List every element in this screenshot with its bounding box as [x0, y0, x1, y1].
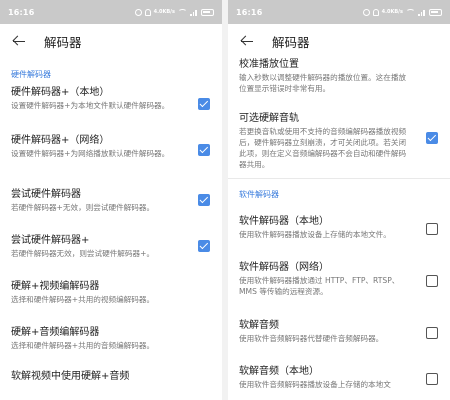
pref-title: 软件解码器（网络） — [239, 262, 329, 273]
network-speed: 4.0KB/s — [381, 8, 403, 15]
checkbox-try-hw-plus[interactable] — [198, 240, 210, 252]
pref-title: 硬解+音频编解码器 — [11, 327, 100, 338]
alarm-icon — [134, 8, 142, 16]
checkbox-hw-plus-local[interactable] — [198, 98, 210, 110]
section-header-hardware: 硬件解码器 — [11, 69, 51, 79]
battery-icon — [201, 8, 214, 16]
pref-hw-plus-local[interactable]: 硬件解码器+（本地） 设置硬件解码器+为本地文件默认硬件解码器。 — [0, 86, 222, 134]
pref-title: 软解音频（本地） — [239, 366, 319, 377]
checkbox-sw-network[interactable] — [426, 275, 438, 287]
network-speed: 4.0KB/s — [153, 8, 175, 15]
pref-hw-plus-network[interactable]: 硬件解码器+（网络） 设置硬件解码器+为网络播放默认硬件解码器。 — [0, 134, 222, 188]
pref-summary: 使用软件解码器播放通过 HTTP、FTP、RTSP、MMS 等传输的远程资源。 — [239, 276, 400, 296]
pref-summary: 设置硬件解码器+为本地文件默认硬件解码器。 — [11, 101, 170, 110]
bell-icon — [144, 8, 151, 16]
battery-icon — [429, 8, 442, 16]
pref-hw-plus-video-codec[interactable]: 硬解+视频编解码器 选择和硬件解码器+共用的视频编解码器。 — [0, 280, 222, 326]
status-icons: 4.0KB/s — [362, 8, 442, 16]
pref-title: 软解视频中使用硬解+音频 — [11, 371, 130, 382]
pref-title: 软件解码器（本地） — [239, 216, 329, 227]
status-bar: 16:16 4.0KB/s — [228, 0, 450, 24]
pref-summary: 选择和硬件解码器+共用的音频编解码器。 — [11, 341, 155, 350]
pref-calibrate-position[interactable]: 校准播放位置 输入秒数以调整硬件解码器的播放位置。这在播放位置显示错误时非常有用… — [228, 58, 450, 102]
wifi-icon — [178, 9, 187, 15]
pref-title: 可选硬解音轨 — [239, 113, 299, 124]
pref-sw-network[interactable]: 软件解码器（网络） 使用软件解码器播放通过 HTTP、FTP、RTSP、MMS … — [228, 255, 450, 313]
pref-sw-video-hw-audio[interactable]: 软解视频中使用硬解+音频 — [0, 370, 222, 400]
right-screen: 16:16 4.0KB/s 解码器 校准播放位置 输入秒数以调整硬件解码器的播放… — [228, 0, 450, 400]
pref-try-hw[interactable]: 尝试硬件解码器 若硬件解码器+无效，则尝试硬件解码器。 — [0, 188, 222, 234]
pref-sw-audio[interactable]: 软解音频 使用软件音频解码器代替硬件音频解码器。 — [228, 313, 450, 359]
checkbox-sw-audio[interactable] — [426, 327, 438, 339]
checkbox-hw-plus-network[interactable] — [198, 144, 210, 156]
pref-summary: 若硬件解码器无效，则尝试硬件解码器+。 — [11, 249, 155, 258]
pref-summary: 选择和硬件解码器+共用的视频编解码器。 — [11, 295, 155, 304]
page-title: 解码器 — [44, 34, 82, 50]
pref-hw-plus-audio-codec[interactable]: 硬解+音频编解码器 选择和硬件解码器+共用的音频编解码器。 — [0, 326, 222, 370]
checkbox-optional-hw-audio-track[interactable] — [426, 132, 438, 144]
status-time: 16:16 — [8, 7, 35, 17]
pref-title: 软解音频 — [239, 320, 279, 331]
section-header-software: 软件解码器 — [239, 189, 279, 199]
alarm-icon — [362, 8, 370, 16]
bell-icon — [372, 8, 379, 16]
page-title: 解码器 — [272, 34, 310, 50]
status-bar: 16:16 4.0KB/s — [0, 0, 222, 24]
pref-title: 校准播放位置 — [239, 59, 299, 70]
pref-summary: 使用软件音频解码器代替硬件音频解码器。 — [239, 334, 384, 343]
pref-try-hw-plus[interactable]: 尝试硬件解码器+ 若硬件解码器无效，则尝试硬件解码器+。 — [0, 234, 222, 280]
pref-title: 硬件解码器+（本地） — [11, 87, 110, 98]
pref-title: 尝试硬件解码器+ — [11, 235, 90, 246]
pref-title: 尝试硬件解码器 — [11, 189, 81, 200]
signal-icon — [418, 9, 426, 16]
pref-summary: 若更换音轨或使用不支持的音频编解码器播放视频后，硬件解码器立刻崩溃，才可关闭此项… — [239, 127, 407, 169]
pref-summary: 使用软件解码器播放设备上存储的本地文件。 — [239, 230, 391, 239]
app-bar: 解码器 — [228, 24, 450, 58]
status-icons: 4.0KB/s — [134, 8, 214, 16]
pref-title: 硬件解码器+（网络） — [11, 135, 110, 146]
left-screen: 16:16 4.0KB/s 解码器 硬件解码器 硬件解码器+（本地） 设置硬件解… — [0, 0, 222, 400]
checkbox-sw-audio-local[interactable] — [426, 373, 438, 385]
pref-sw-local[interactable]: 软件解码器（本地） 使用软件解码器播放设备上存储的本地文件。 — [228, 209, 450, 255]
back-arrow-icon[interactable] — [238, 32, 256, 50]
pref-summary: 若硬件解码器+无效，则尝试硬件解码器。 — [11, 203, 155, 212]
checkbox-try-hw[interactable] — [198, 194, 210, 206]
app-bar: 解码器 — [0, 24, 222, 58]
pref-summary: 设置硬件解码器+为网络播放默认硬件解码器。 — [11, 149, 170, 158]
wifi-icon — [406, 9, 415, 15]
pref-sw-audio-local[interactable]: 软解音频（本地） 使用软件音频解码器播放设备上存储的本地文 — [228, 359, 450, 399]
checkbox-sw-local[interactable] — [426, 223, 438, 235]
pref-title: 硬解+视频编解码器 — [11, 281, 100, 292]
pref-summary: 输入秒数以调整硬件解码器的播放位置。这在播放位置显示错误时非常有用。 — [239, 73, 407, 93]
status-time: 16:16 — [236, 7, 263, 17]
signal-icon — [190, 9, 198, 16]
pref-optional-hw-audio-track[interactable]: 可选硬解音轨 若更换音轨或使用不支持的音频编解码器播放视频后，硬件解码器立刻崩溃… — [228, 102, 450, 178]
back-arrow-icon[interactable] — [10, 32, 28, 50]
pref-summary: 使用软件音频解码器播放设备上存储的本地文 — [239, 380, 391, 389]
